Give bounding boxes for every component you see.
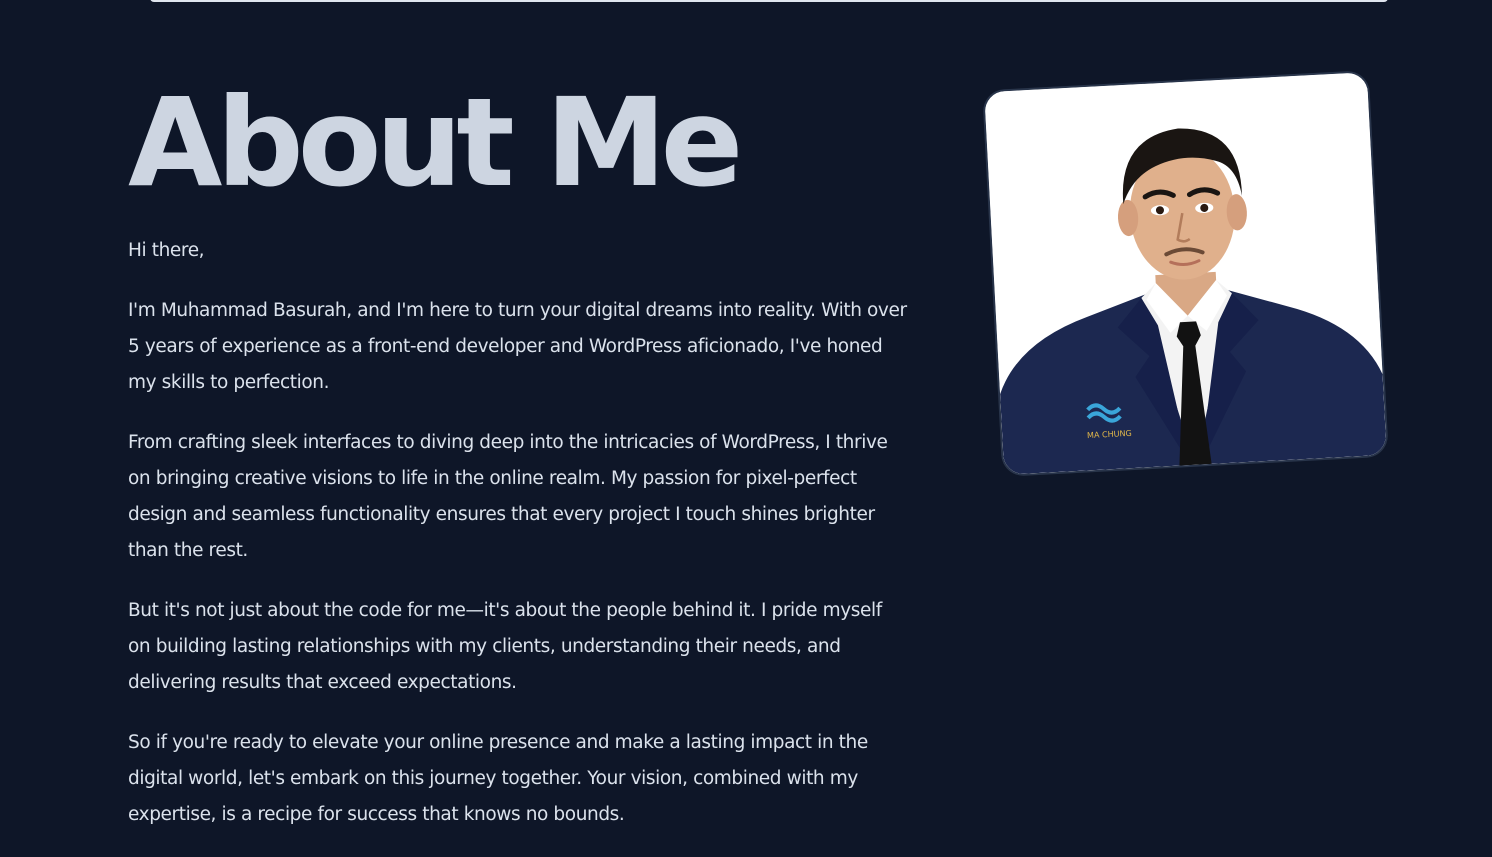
bio-paragraph: So if you're ready to elevate your onlin… — [128, 732, 868, 825]
about-text: Hi there, I'm Muhammad Basurah, and I'm … — [128, 233, 908, 857]
page-title: About Me — [128, 72, 743, 214]
portrait-illustration: MA CHUNG — [984, 72, 1387, 475]
bio-paragraph: From crafting sleek interfaces to diving… — [128, 432, 888, 561]
bio-paragraph: But it's not just about the code for me—… — [128, 600, 882, 693]
greeting-text: Hi there, — [128, 240, 205, 261]
bio-paragraph: I'm Muhammad Basurah, and I'm here to tu… — [128, 300, 907, 393]
top-nav-bar-edge — [150, 0, 1388, 2]
profile-photo: MA CHUNG — [984, 72, 1387, 475]
